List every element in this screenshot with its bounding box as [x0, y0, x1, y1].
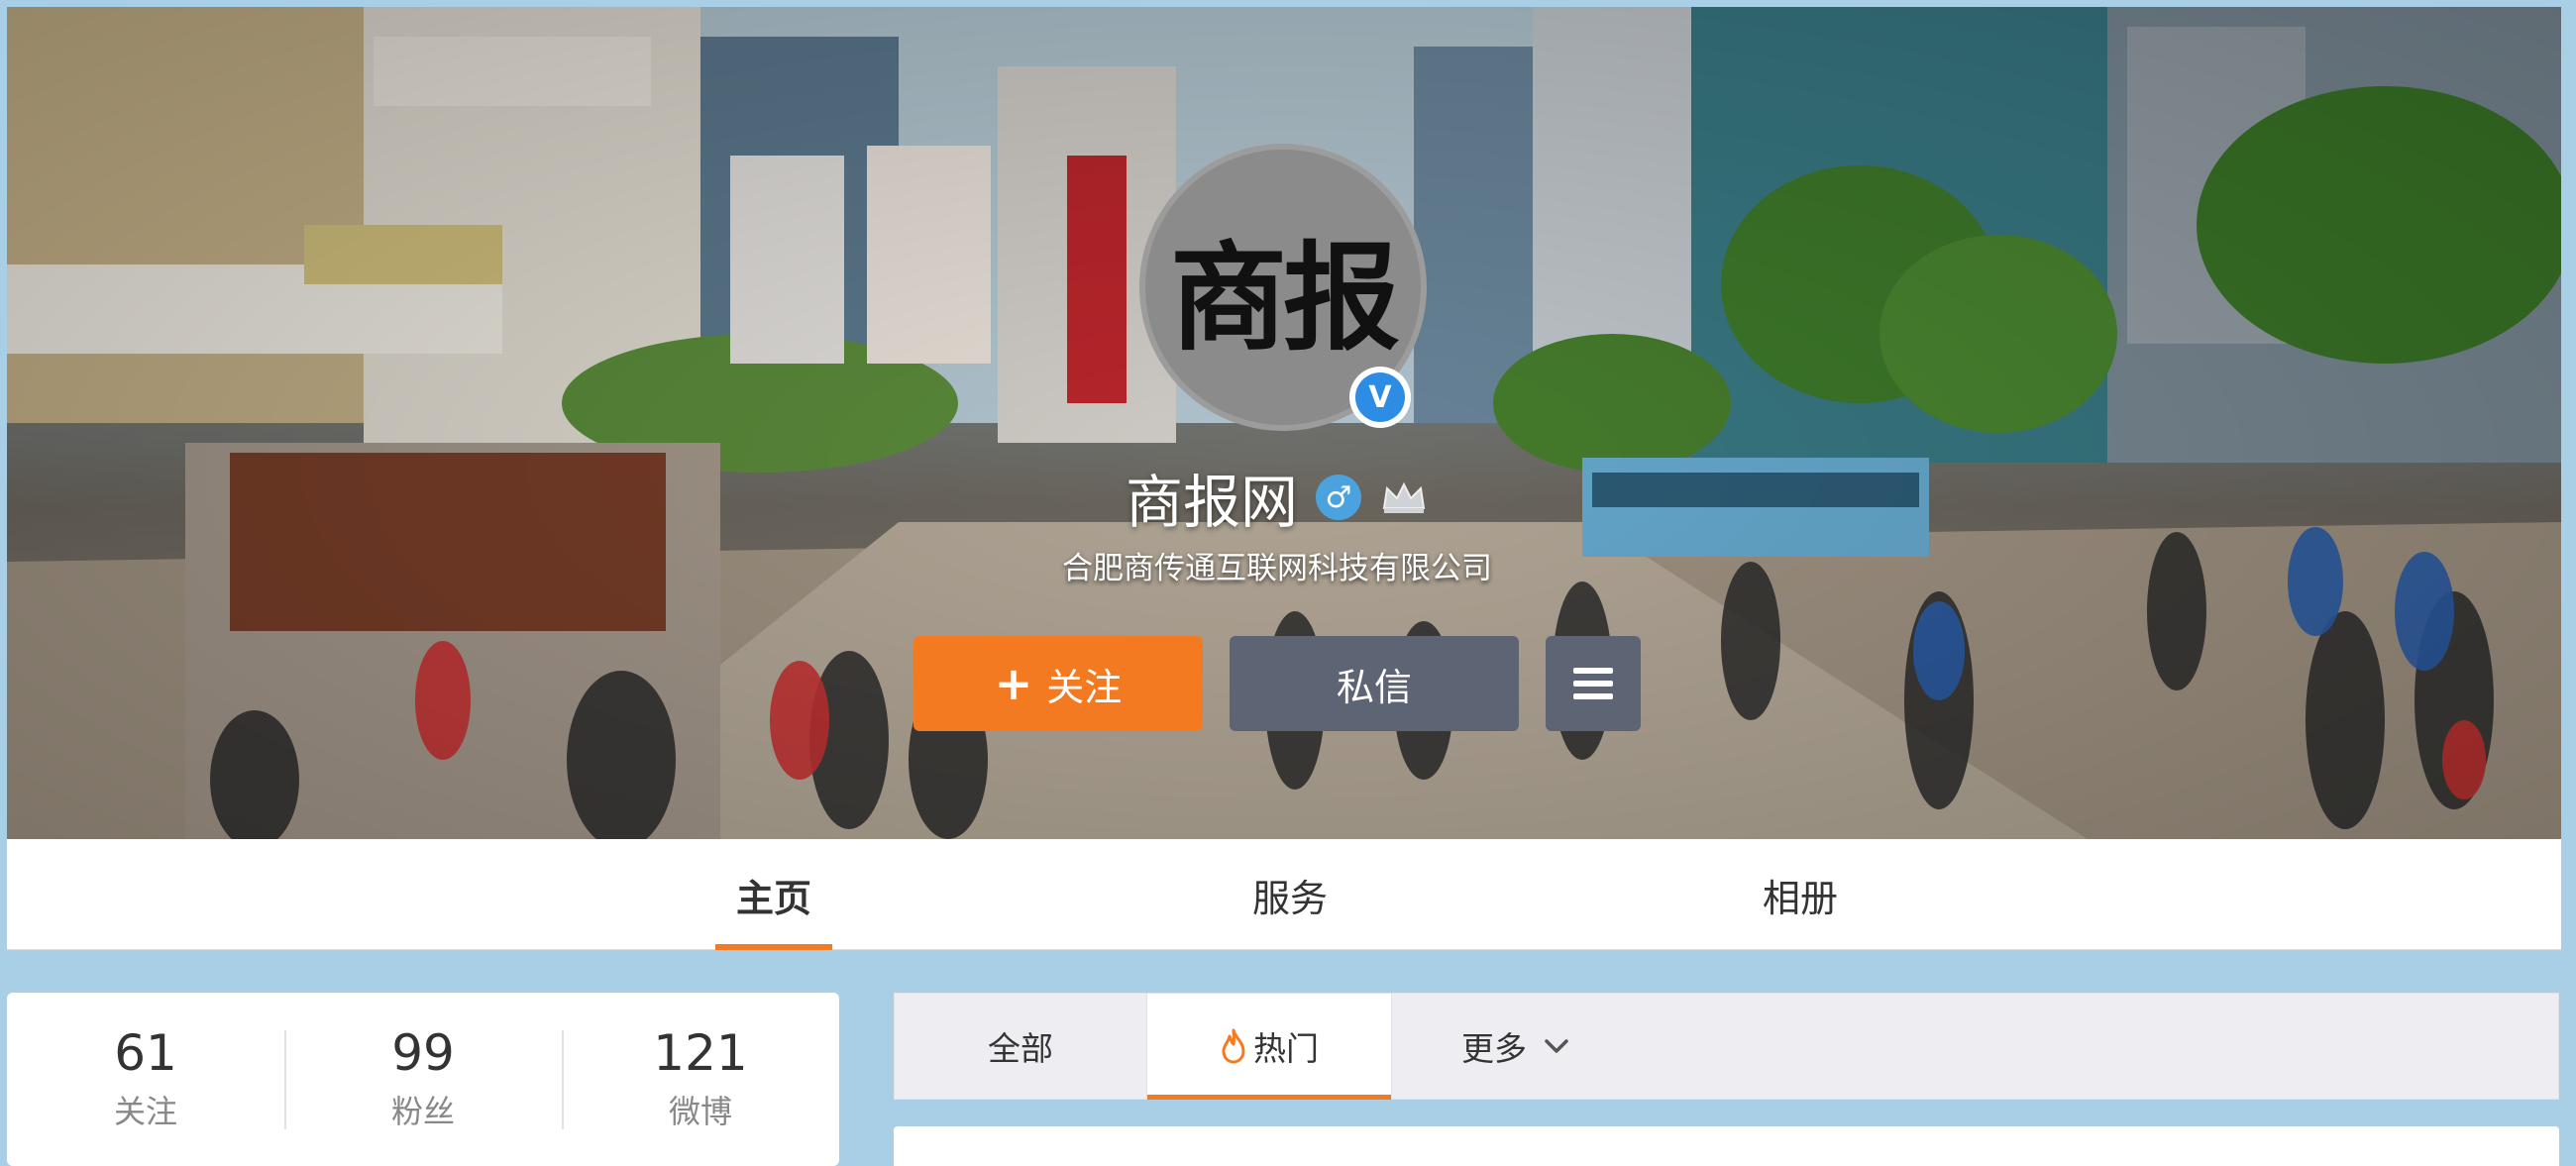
tab-label: 主页 [735, 876, 811, 920]
filter-hot-label: 热门 [1253, 1029, 1319, 1068]
stats-card: 61 关注 99 粉丝 121 微博 [7, 993, 839, 1166]
company-name: 合肥商传通互联网科技有限公司 [1062, 551, 1492, 586]
filter-all-label: 全部 [988, 1029, 1053, 1068]
profile-name-row: 商报网 ♂ [0, 456, 2554, 539]
feed-card [894, 1126, 2559, 1166]
feed-filter-bar: 全部 热门 更多 [894, 993, 2559, 1100]
stat-label: 微博 [668, 1093, 732, 1130]
verified-mark: V [1355, 372, 1405, 422]
follow-button[interactable]: + 关注 [913, 636, 1203, 731]
chevron-down-icon [1545, 1039, 1568, 1053]
verified-icon: V [1349, 367, 1411, 428]
stat-value: 61 [114, 1024, 177, 1082]
profile-name: 商报网 [1125, 469, 1298, 536]
more-menu-button[interactable] [1546, 636, 1641, 731]
stat-label: 粉丝 [390, 1093, 455, 1130]
tab-label: 相册 [1762, 876, 1838, 920]
tab-home[interactable]: 主页 [715, 839, 832, 950]
stat-following[interactable]: 61 关注 [7, 1026, 284, 1132]
tab-services[interactable]: 服务 [1232, 839, 1348, 950]
male-icon: ♂ [1316, 475, 1361, 520]
message-label: 私信 [1336, 665, 1412, 709]
stat-value: 121 [653, 1024, 748, 1082]
profile-tabs: 主页 服务 相册 [7, 839, 2561, 950]
tab-label: 服务 [1251, 876, 1328, 920]
filter-more-label: 更多 [1461, 1029, 1527, 1068]
stat-value: 99 [391, 1024, 455, 1082]
stat-label: 关注 [113, 1093, 177, 1130]
filter-all[interactable]: 全部 [895, 994, 1146, 1099]
filter-more-dropdown[interactable]: 更多 [1392, 994, 1640, 1099]
message-button[interactable]: 私信 [1230, 636, 1519, 731]
member-crown-icon[interactable] [1379, 478, 1429, 516]
profile-actions: + 关注 私信 [0, 636, 2554, 731]
plus-icon: + [994, 657, 1033, 710]
menu-icon [1573, 668, 1613, 699]
stat-followers[interactable]: 99 粉丝 [284, 1026, 562, 1132]
follow-label: 关注 [1046, 665, 1123, 709]
fire-icon [1222, 1028, 1245, 1064]
stat-posts[interactable]: 121 微博 [562, 1026, 839, 1132]
filter-hot[interactable]: 热门 [1146, 994, 1392, 1100]
tab-album[interactable]: 相册 [1742, 839, 1859, 950]
avatar-text: 商报 [1169, 229, 1400, 367]
